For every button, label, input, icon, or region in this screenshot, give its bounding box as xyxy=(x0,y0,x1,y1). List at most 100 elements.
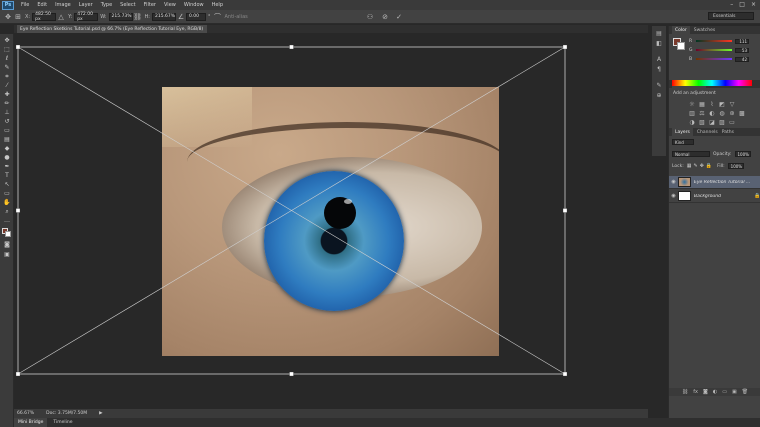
reference-point-icon[interactable]: ⊞ xyxy=(13,12,23,22)
crop-tool-icon[interactable]: ⌗ xyxy=(3,74,11,80)
antialias-checkbox[interactable]: Anti-alias xyxy=(225,14,248,20)
posterize-icon[interactable]: ▧ xyxy=(699,120,705,126)
history-panel-icon[interactable]: ▤ xyxy=(655,30,663,37)
y-field[interactable]: 472.00 px xyxy=(74,12,99,22)
properties-panel-icon[interactable]: ◧ xyxy=(655,40,663,47)
close-button[interactable]: × xyxy=(751,1,756,8)
new-layer-icon[interactable]: ▣ xyxy=(732,389,737,395)
vibrance-icon[interactable]: ▽ xyxy=(729,102,735,108)
menu-layer[interactable]: Layer xyxy=(75,2,97,8)
healing-tool-icon[interactable]: ✚ xyxy=(3,92,11,98)
brush-panel-icon[interactable]: ✎ xyxy=(655,82,663,89)
quick-mask-icon[interactable]: ◙ xyxy=(3,242,11,248)
cancel-transform-icon[interactable]: ⊘ xyxy=(380,12,390,22)
fill-field[interactable]: 100% xyxy=(727,163,744,169)
screen-mode-icon[interactable]: ▣ xyxy=(3,252,11,258)
move-icon[interactable]: ✥ xyxy=(3,12,13,22)
lasso-tool-icon[interactable]: ℓ xyxy=(3,56,11,62)
tab-timeline[interactable]: Timeline xyxy=(49,418,76,427)
menu-view[interactable]: View xyxy=(160,2,180,8)
background-swatch[interactable] xyxy=(677,42,685,50)
link-icon[interactable]: ⛓ xyxy=(133,12,143,22)
menu-file[interactable]: File xyxy=(17,2,33,8)
new-adjustment-icon[interactable]: ◐ xyxy=(713,389,717,395)
triangle-icon[interactable]: △ xyxy=(56,12,66,22)
kind-filter[interactable]: Kind xyxy=(672,139,694,145)
brush-tool-icon[interactable]: ✏ xyxy=(3,101,11,107)
width-field[interactable]: 215.73% xyxy=(108,12,133,21)
red-value[interactable]: 111 xyxy=(735,38,749,44)
blue-slider[interactable] xyxy=(696,58,732,60)
path-select-icon[interactable]: ↖ xyxy=(3,182,11,188)
menu-select[interactable]: Select xyxy=(116,2,139,8)
black-white-icon[interactable]: ◐ xyxy=(709,111,715,117)
eyedropper-tool-icon[interactable]: ⁄ xyxy=(3,83,11,89)
red-slider[interactable] xyxy=(696,40,732,42)
menu-filter[interactable]: Filter xyxy=(140,2,160,8)
maximize-button[interactable]: □ xyxy=(739,1,745,8)
opacity-field[interactable]: 100% xyxy=(734,151,751,157)
type-tool-icon[interactable]: T xyxy=(3,173,11,179)
visibility-eye-icon[interactable]: ◉ xyxy=(669,179,678,185)
tab-layers[interactable]: Layers xyxy=(672,128,693,136)
color-spectrum[interactable] xyxy=(672,80,752,86)
quick-select-icon[interactable]: ✎ xyxy=(3,65,11,71)
curves-icon[interactable]: ⌇ xyxy=(709,102,715,108)
menu-edit[interactable]: Edit xyxy=(33,2,51,8)
tab-mini-bridge[interactable]: Mini Bridge xyxy=(14,418,48,427)
lock-icons[interactable]: ▦✎✥🔒 xyxy=(687,163,714,169)
menu-help[interactable]: Help xyxy=(208,2,227,8)
marquee-tool-icon[interactable]: ⬚ xyxy=(3,47,11,53)
angle-field[interactable]: 0.00 xyxy=(186,12,206,21)
menu-image[interactable]: Image xyxy=(51,2,75,8)
tab-color[interactable]: Color xyxy=(672,26,690,34)
transform-bounding-box[interactable] xyxy=(14,33,648,409)
new-group-icon[interactable]: ▭ xyxy=(722,389,727,395)
selective-color-icon[interactable]: ▨ xyxy=(719,120,725,126)
tab-swatches[interactable]: Swatches xyxy=(694,28,716,33)
zoom-level[interactable]: 66.67% xyxy=(17,411,34,416)
more-tools-icon[interactable]: … xyxy=(3,218,11,224)
paragraph-panel-icon[interactable]: ¶ xyxy=(655,66,663,73)
workspace-select[interactable]: Essentials xyxy=(708,12,754,20)
tab-channels[interactable]: Channels xyxy=(697,130,718,135)
shape-tool-icon[interactable]: ▭ xyxy=(3,191,11,197)
pen-tool-icon[interactable]: ✒ xyxy=(3,164,11,170)
puppet-icon[interactable]: ⚇ xyxy=(365,12,375,22)
color-balance-icon[interactable]: ⚖ xyxy=(699,111,705,117)
photo-filter-icon[interactable]: ◍ xyxy=(719,111,725,117)
layer-name[interactable]: Eye Reflection Tutorial ... xyxy=(694,180,752,185)
commit-check-icon[interactable]: ✓ xyxy=(394,12,404,22)
eraser-tool-icon[interactable]: ▭ xyxy=(3,128,11,134)
character-panel-icon[interactable]: A xyxy=(655,56,663,63)
gradient-map-icon[interactable]: ▭ xyxy=(729,120,735,126)
delete-layer-icon[interactable]: 🗑 xyxy=(742,389,748,395)
menu-type[interactable]: Type xyxy=(97,2,116,8)
x-field[interactable]: 482.50 px xyxy=(32,12,57,22)
levels-icon[interactable]: ▦ xyxy=(699,102,705,108)
history-brush-icon[interactable]: ↺ xyxy=(3,119,11,125)
canvas-area[interactable] xyxy=(14,33,648,409)
fx-icon[interactable]: fx xyxy=(693,389,698,395)
zoom-tool-icon[interactable]: ⌕ xyxy=(3,209,11,215)
exposure-icon[interactable]: ◩ xyxy=(719,102,725,108)
visibility-eye-icon[interactable]: ◉ xyxy=(669,193,678,199)
clone-stamp-icon[interactable]: ⊥ xyxy=(3,110,11,116)
blue-value[interactable]: 42 xyxy=(735,56,749,62)
brightness-icon[interactable]: ☼ xyxy=(689,102,695,108)
height-field[interactable]: 215.67% xyxy=(152,12,176,21)
green-slider[interactable] xyxy=(696,49,732,51)
document-tab[interactable]: Eye Reflection Sketkins Tutorial.psd @ 6… xyxy=(17,25,207,33)
hue-sat-icon[interactable]: ▥ xyxy=(689,111,695,117)
menu-window[interactable]: Window xyxy=(180,2,208,8)
color-lookup-icon[interactable]: ▩ xyxy=(739,111,745,117)
background-color-swatch[interactable] xyxy=(5,231,11,237)
green-value[interactable]: 53 xyxy=(735,47,749,53)
channel-mixer-icon[interactable]: ⊛ xyxy=(729,111,735,117)
tab-paths[interactable]: Paths xyxy=(722,130,734,135)
dodge-tool-icon[interactable]: ● xyxy=(3,155,11,161)
status-arrow-icon[interactable]: ▶ xyxy=(99,411,102,416)
move-tool-icon[interactable]: ✥ xyxy=(3,38,11,44)
minimize-button[interactable]: – xyxy=(730,1,733,8)
layer-name[interactable]: Background xyxy=(694,194,752,199)
